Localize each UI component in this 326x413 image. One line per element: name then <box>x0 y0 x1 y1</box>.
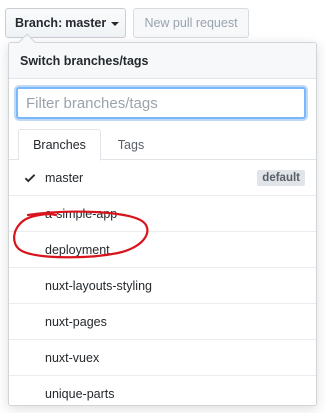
branch-item-deployment[interactable]: deployment <box>9 232 316 268</box>
branch-name: deployment <box>45 242 110 257</box>
new-pull-request-button[interactable]: New pull request <box>133 8 249 38</box>
branch-name: master <box>45 170 84 185</box>
branch-tag-tabs: Branches Tags <box>9 129 316 161</box>
branch-dropdown: Switch branches/tags Branches Tags maste… <box>8 33 317 406</box>
tab-tags[interactable]: Tags <box>105 129 157 160</box>
branch-name: nuxt-pages <box>45 314 107 329</box>
branch-label: Branch: <box>15 16 63 30</box>
filter-wrapper <box>16 87 306 119</box>
branch-name: nuxt-vuex <box>45 350 100 365</box>
branch-item-nuxt-layouts-styling[interactable]: nuxt-layouts-styling <box>9 268 316 304</box>
dropdown-header: Switch branches/tags <box>9 43 316 79</box>
branch-item-a-simple-app[interactable]: a-simple-app <box>9 196 316 232</box>
check-icon <box>24 174 36 183</box>
branch-selector-screen: Branch: master New pull request Switch b… <box>0 0 326 413</box>
branch-current-value: master <box>65 16 107 30</box>
default-badge: default <box>257 170 305 186</box>
branch-select-button[interactable]: Branch: master <box>5 8 126 38</box>
branch-list: master default a-simple-app deployment n… <box>9 160 316 412</box>
branch-name: a-simple-app <box>45 206 118 221</box>
branch-item-master[interactable]: master default <box>9 160 316 196</box>
branch-name: unique-parts <box>45 387 115 401</box>
branch-name: nuxt-layouts-styling <box>45 278 152 293</box>
branch-item-nuxt-pages[interactable]: nuxt-pages <box>9 304 316 340</box>
branch-item-unique-parts[interactable]: unique-parts <box>9 376 316 412</box>
caret-down-icon <box>111 22 120 26</box>
branch-item-nuxt-vuex[interactable]: nuxt-vuex <box>9 340 316 376</box>
filter-branches-input[interactable] <box>16 87 306 119</box>
tab-branches[interactable]: Branches <box>18 129 101 161</box>
